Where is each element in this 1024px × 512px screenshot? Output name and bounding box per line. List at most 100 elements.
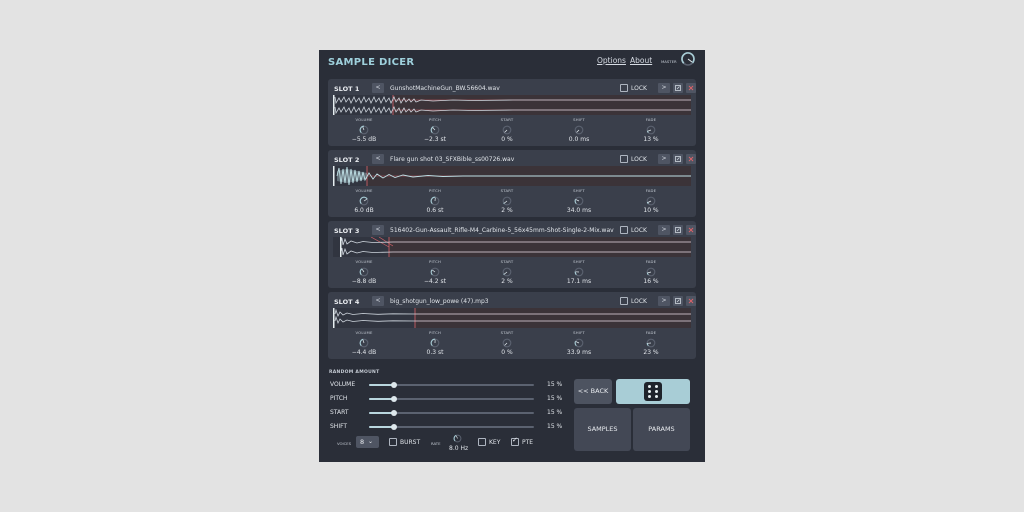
param-value: 6.0 dB <box>354 207 374 214</box>
load-sample-button[interactable] <box>673 296 683 306</box>
param-label: VOLUME <box>355 117 373 122</box>
param-label: START <box>500 330 514 335</box>
fade-knob[interactable] <box>646 196 656 206</box>
waveform-display[interactable] <box>333 95 691 115</box>
waveform-display[interactable] <box>333 166 691 186</box>
pitch-knob[interactable] <box>430 196 440 206</box>
random-start-slider[interactable] <box>369 409 534 416</box>
next-sample-button[interactable]: > <box>658 154 670 164</box>
master-knob[interactable] <box>680 51 696 67</box>
shift-param: SHIFT 33.9 ms <box>551 330 607 356</box>
shift-knob[interactable] <box>574 196 584 206</box>
volume-knob[interactable] <box>359 267 369 277</box>
param-label: START <box>500 117 514 122</box>
start-knob[interactable] <box>502 338 512 348</box>
fade-knob[interactable] <box>646 125 656 135</box>
param-value: −4.2 st <box>424 278 446 285</box>
slot-label: SLOT 2 <box>334 156 360 164</box>
prev-sample-button[interactable]: < <box>372 83 384 93</box>
prev-sample-button[interactable]: < <box>372 296 384 306</box>
start-param: START 2 % <box>479 188 535 214</box>
volume-knob[interactable] <box>359 338 369 348</box>
start-knob[interactable] <box>502 125 512 135</box>
param-value: 16 % <box>643 278 659 285</box>
shift-knob[interactable] <box>574 267 584 277</box>
fade-knob[interactable] <box>646 267 656 277</box>
lock-checkbox[interactable] <box>620 155 628 163</box>
random-start-label: START <box>330 409 349 416</box>
check-icon: ✓ <box>512 436 518 444</box>
app-title: SAMPLE DICER <box>328 57 415 68</box>
start-knob[interactable] <box>502 196 512 206</box>
waveform-display[interactable] <box>333 237 691 257</box>
lock-label: LOCK <box>631 85 647 92</box>
param-value: 0 % <box>501 136 513 143</box>
next-sample-button[interactable]: > <box>658 83 670 93</box>
random-pitch-slider[interactable] <box>369 395 534 402</box>
key-checkbox[interactable] <box>478 438 486 446</box>
volume-knob[interactable] <box>359 196 369 206</box>
start-param: START 2 % <box>479 259 535 285</box>
options-link[interactable]: Options <box>597 56 626 65</box>
random-shift-slider[interactable] <box>369 423 534 430</box>
slider-thumb[interactable] <box>390 395 397 402</box>
lock-checkbox[interactable] <box>620 84 628 92</box>
lock-label: LOCK <box>631 298 647 305</box>
shift-knob[interactable] <box>574 125 584 135</box>
param-value: 10 % <box>643 207 659 214</box>
prev-sample-button[interactable]: < <box>372 154 384 164</box>
sample-filename: big_shotgun_low_powe (47).mp3 <box>390 298 489 305</box>
next-sample-button[interactable]: > <box>658 296 670 306</box>
waveform-display[interactable] <box>333 308 691 328</box>
pte-checkbox[interactable]: ✓ <box>511 436 519 446</box>
random-volume-slider[interactable] <box>369 381 534 388</box>
volume-param: VOLUME −5.5 dB <box>336 117 392 143</box>
load-sample-button[interactable] <box>673 83 683 93</box>
param-value: 0.3 st <box>426 349 444 356</box>
slot-label: SLOT 3 <box>334 227 360 235</box>
params-button[interactable]: PARAMS <box>633 408 690 451</box>
shift-knob[interactable] <box>574 338 584 348</box>
randomize-button[interactable] <box>616 379 690 404</box>
lock-checkbox[interactable] <box>620 226 628 234</box>
fade-knob[interactable] <box>646 338 656 348</box>
about-link[interactable]: About <box>630 56 652 65</box>
start-knob[interactable] <box>502 267 512 277</box>
key-label: KEY <box>489 439 501 446</box>
prev-sample-button[interactable]: < <box>372 225 384 235</box>
clear-sample-button[interactable] <box>686 225 696 235</box>
dice-icon <box>644 382 662 401</box>
shift-param: SHIFT 0.0 ms <box>551 117 607 143</box>
pitch-param: PITCH −2.3 st <box>407 117 463 143</box>
slider-thumb[interactable] <box>390 409 397 416</box>
param-label: SHIFT <box>573 330 585 335</box>
start-param: START 0 % <box>479 330 535 356</box>
param-label: FADE <box>645 188 657 193</box>
rate-knob[interactable] <box>453 434 462 443</box>
random-shift-label: SHIFT <box>330 423 348 430</box>
pitch-param: PITCH 0.3 st <box>407 330 463 356</box>
pitch-knob[interactable] <box>430 267 440 277</box>
clear-sample-button[interactable] <box>686 154 696 164</box>
param-value: 33.9 ms <box>566 349 592 356</box>
samples-button[interactable]: SAMPLES <box>574 408 631 451</box>
volume-knob[interactable] <box>359 125 369 135</box>
random-start-value: 15 % <box>547 409 563 416</box>
load-sample-button[interactable] <box>673 154 683 164</box>
header: SAMPLE DICER Options About MASTER <box>319 50 705 74</box>
slider-thumb[interactable] <box>390 423 397 430</box>
next-sample-button[interactable]: > <box>658 225 670 235</box>
back-button[interactable]: << BACK <box>574 379 612 404</box>
pitch-knob[interactable] <box>430 338 440 348</box>
slider-thumb[interactable] <box>390 381 397 388</box>
burst-checkbox[interactable] <box>389 438 397 446</box>
lock-checkbox[interactable] <box>620 297 628 305</box>
clear-sample-button[interactable] <box>686 83 696 93</box>
voices-label: VOICES <box>337 441 352 446</box>
chevron-down-icon: ⌄ <box>368 438 374 445</box>
voices-select[interactable]: 8 ⌄ <box>356 436 379 448</box>
clear-sample-button[interactable] <box>686 296 696 306</box>
pitch-knob[interactable] <box>430 125 440 135</box>
load-icon <box>675 156 681 162</box>
load-sample-button[interactable] <box>673 225 683 235</box>
